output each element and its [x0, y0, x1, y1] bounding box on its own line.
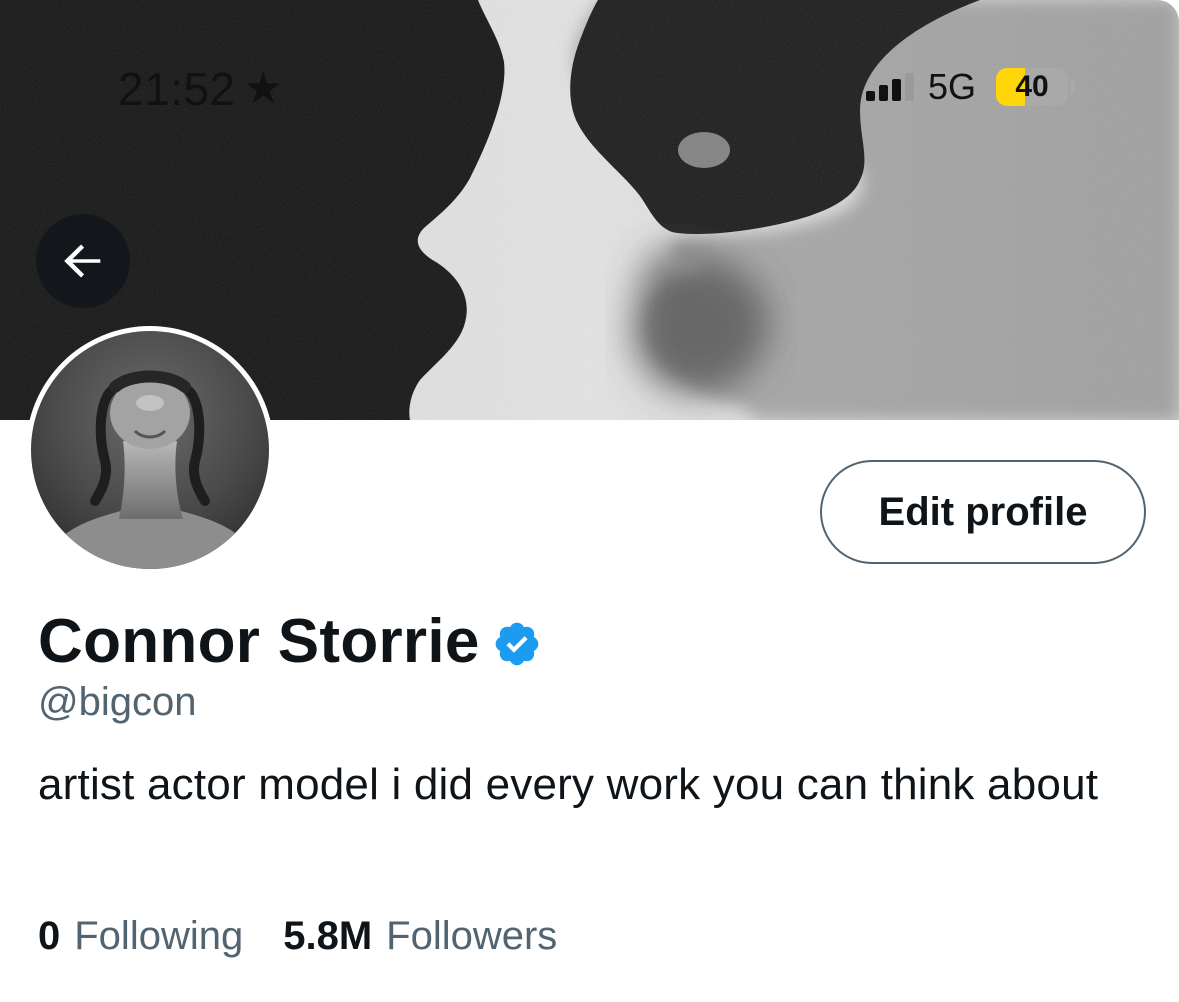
profile-handle: @bigcon: [38, 680, 197, 724]
display-name: Connor Storrie: [38, 607, 480, 676]
profile-stats: 0 Following 5.8M Followers: [38, 914, 557, 959]
verified-badge-icon: [495, 622, 539, 665]
status-bar-indicators: 5G 40: [865, 66, 1075, 108]
profile-page: 21:52 ★ 5G 40 Edit profile Connor Storri…: [0, 0, 1179, 1002]
arrow-left-icon: [64, 244, 101, 278]
avatar[interactable]: [26, 326, 274, 574]
profile-name-row: Connor Storrie: [38, 606, 542, 677]
battery-level: 40: [1015, 70, 1049, 103]
back-button[interactable]: [36, 214, 130, 308]
profile-bio: artist actor model i did every work you …: [38, 760, 1099, 809]
following-label: Following: [74, 914, 244, 958]
battery-cap: [1070, 80, 1075, 94]
star-icon: ★: [243, 64, 284, 113]
status-time-text: 21:52: [118, 63, 236, 115]
cellular-signal-icon: [865, 69, 914, 105]
following-count: 0: [38, 914, 61, 958]
battery-icon: 40: [996, 68, 1068, 106]
followers-count: 5.8M: [283, 914, 373, 958]
followers-label: Followers: [386, 914, 558, 958]
followers-link[interactable]: 5.8M Followers: [283, 914, 557, 959]
status-bar-time: 21:52 ★: [118, 62, 284, 116]
following-link[interactable]: 0 Following: [38, 914, 243, 959]
edit-profile-button[interactable]: Edit profile: [820, 460, 1146, 564]
network-type-label: 5G: [927, 66, 976, 107]
